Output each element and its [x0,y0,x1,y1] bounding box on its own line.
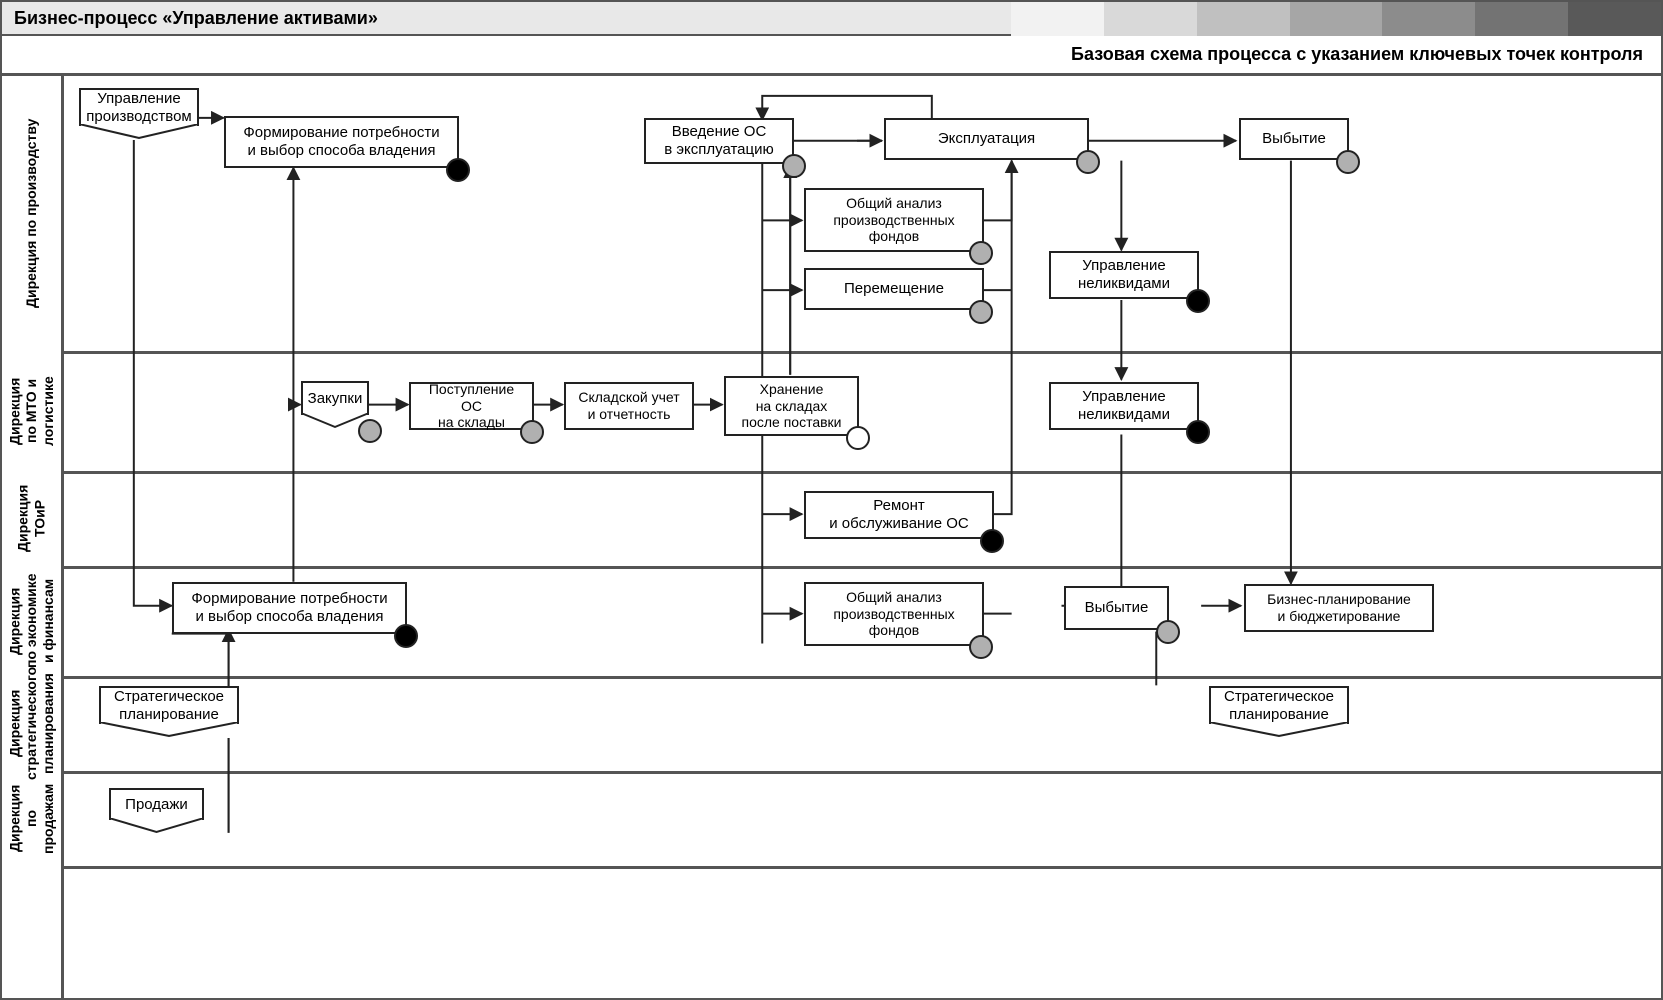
control-need1 [446,158,470,182]
start-strategy-right-label: Стратегическоепланирование [1224,688,1334,724]
control-intro [782,154,806,178]
lane-label-econ: Дирекцияпо экономикеи финансам [2,566,61,676]
lane-label-strategy: Дирекциястратегическогопланирования [2,676,61,771]
box-need-formation-1: Формирование потребностии выбор способа … [224,116,459,168]
control-repair [980,529,1004,553]
box-disposal-1: Выбытие [1239,118,1349,160]
page-title: Бизнес-процесс «Управление активами» [14,8,378,29]
box-storage: Хранениена складахпосле поставки [724,376,859,436]
box-fund-analysis-1: Общий анализпроизводственныхфондов [804,188,984,252]
lane-label-production: Дирекция по производству [2,76,61,351]
page-subtitle: Базовая схема процесса с указанием ключе… [1071,44,1643,65]
control-anal2 [969,635,993,659]
control-illiq2 [1186,420,1210,444]
control-recv [520,420,544,444]
page-subtitle-bar: Базовая схема процесса с указанием ключе… [2,36,1661,76]
start-strategy-left-label: Стратегическоепланирование [114,688,224,724]
start-purchasing-label: Закупки [308,390,363,408]
control-disp2 [1156,620,1180,644]
control-illiq1 [1186,289,1210,313]
control-need2 [394,624,418,648]
box-stock-accounting: Складской учети отчетность [564,382,694,430]
start-strategy-left: Стратегическоепланирование [99,686,239,738]
diagram-canvas: Управлениепроизводством Закупки Стратеги… [64,76,1661,998]
start-production: Управлениепроизводством [79,88,199,140]
lane-label-toir: Дирекция ТОиР [2,471,61,566]
control-move [969,300,993,324]
control-purch [358,419,382,443]
box-repair: Ремонти обслуживание ОС [804,491,994,539]
lane-label-mto: Дирекцияпо МТО и логистике [2,351,61,471]
box-illiquid-2: Управлениенеликвидами [1049,382,1199,430]
box-disposal-2: Выбытие [1064,586,1169,630]
box-os-intro: Введение ОСв эксплуатацию [644,118,794,164]
control-disp1 [1336,150,1360,174]
box-budgeting: Бизнес-планированиеи бюджетирование [1244,584,1434,632]
swimlane-labels: Дирекция по производству Дирекцияпо МТО … [2,76,64,998]
box-need-formation-2: Формирование потребностии выбор способа … [172,582,407,634]
start-strategy-right: Стратегическоепланирование [1209,686,1349,738]
start-sales-label: Продажи [125,796,188,814]
lane-label-sales: Дирекцияпо продажам [2,771,61,866]
control-store [846,426,870,450]
control-anal1 [969,241,993,265]
bp-diagram: Бизнес-процесс «Управление активами» Баз… [0,0,1663,1000]
box-receipt: Поступление ОСна склады [409,382,534,430]
start-purchasing: Закупки [301,381,369,429]
page-title-bar: Бизнес-процесс «Управление активами» [2,2,1661,36]
box-operation: Эксплуатация [884,118,1089,160]
start-production-label: Управлениепроизводством [86,90,191,126]
box-relocation: Перемещение [804,268,984,310]
box-illiquid-1: Управлениенеликвидами [1049,251,1199,299]
box-fund-analysis-2: Общий анализпроизводственныхфондов [804,582,984,646]
title-stripes [1011,2,1661,36]
control-oper [1076,150,1100,174]
start-sales: Продажи [109,788,204,834]
